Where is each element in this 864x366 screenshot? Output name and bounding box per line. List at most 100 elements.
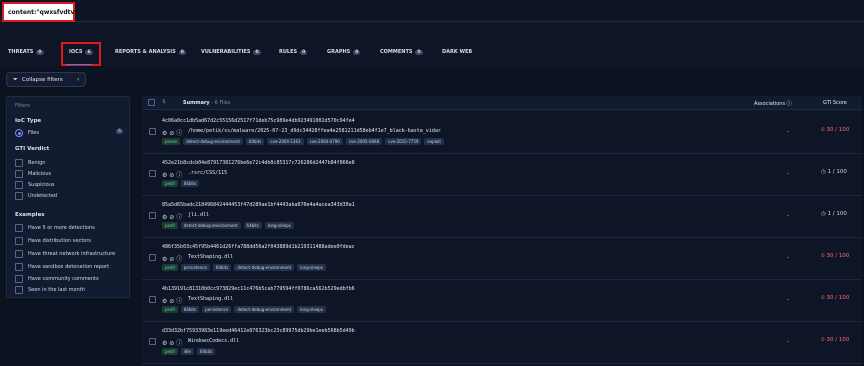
- checkbox[interactable]: [15, 170, 23, 178]
- results-header: ⇅ Summary - 6 Files Associations ⓘ GTI S…: [142, 96, 862, 110]
- checkbox[interactable]: [15, 192, 23, 200]
- checkbox[interactable]: [15, 237, 23, 245]
- checkbox[interactable]: [15, 263, 23, 271]
- tag[interactable]: pedll: [162, 306, 178, 313]
- tag[interactable]: pedll: [162, 348, 178, 355]
- gti-score: ◷ 1 / 100: [821, 211, 847, 217]
- tab-comments[interactable]: COMMENTS 0: [380, 49, 423, 55]
- tag[interactable]: persistence: [180, 264, 210, 271]
- radio-selected-icon[interactable]: [15, 129, 23, 137]
- collapse-filters-button[interactable]: ⏷ Collapse filters ‹: [6, 72, 86, 87]
- malicious-icon: ⦸: [821, 127, 825, 133]
- ioc-type-heading: IoC Type: [15, 118, 42, 124]
- tag[interactable]: 64bits: [180, 180, 200, 187]
- checkbox[interactable]: [15, 250, 23, 258]
- tag[interactable]: 64bits: [197, 348, 216, 355]
- filter-malicious[interactable]: Malicious: [15, 170, 125, 179]
- row-checkbox[interactable]: [149, 338, 156, 345]
- tag[interactable]: detect-debug-environment: [180, 222, 241, 229]
- tag[interactable]: long-sleeps: [264, 222, 294, 229]
- tag[interactable]: pedll: [162, 222, 178, 229]
- filter-example[interactable]: Have threat network infrastructure: [15, 250, 125, 259]
- checkbox[interactable]: [15, 181, 23, 189]
- filter-example[interactable]: Have 5 or more detections: [15, 224, 125, 233]
- malicious-icon: ⦸: [821, 295, 825, 301]
- filter-example[interactable]: Have community comments: [15, 275, 125, 284]
- tag[interactable]: idle: [180, 348, 194, 355]
- file-hash[interactable]: 486f35b03c45f95b4461d26ffa788dd56a2f0438…: [162, 244, 355, 250]
- tag[interactable]: detect-debug-environment: [183, 138, 243, 145]
- checkbox[interactable]: [15, 286, 23, 294]
- tag[interactable]: long-sleeps: [297, 264, 326, 271]
- row-checkbox[interactable]: [149, 170, 156, 177]
- file-type-icons: ⚙ ⊘ ⓘ: [162, 256, 183, 263]
- filter-suspicious[interactable]: Suspicious: [15, 181, 125, 190]
- tag[interactable]: 64bits: [180, 306, 200, 313]
- tag[interactable]: long-sleeps: [297, 306, 326, 313]
- tag[interactable]: detect-debug-environment: [234, 264, 295, 271]
- tag[interactable]: persistence: [202, 306, 232, 313]
- tab-reports-analysis[interactable]: REPORTS & ANALYSIS 0: [115, 49, 186, 55]
- clock-icon: ◷: [821, 211, 826, 217]
- checkbox[interactable]: [15, 224, 23, 232]
- tag[interactable]: cve-2005-0068: [345, 138, 383, 145]
- active-tab-indicator: [66, 64, 92, 65]
- file-type-icons: ⚙ ⊘ ⓘ: [162, 298, 183, 305]
- filter-files[interactable]: Files 6: [15, 129, 125, 138]
- filter-example[interactable]: Have distribution vectors: [15, 237, 125, 246]
- file-hash[interactable]: 85a5d65badc218496842444453f47d289ae1bf44…: [162, 202, 355, 208]
- tag[interactable]: pedll: [162, 264, 178, 271]
- sub-bar: [0, 22, 864, 40]
- table-row[interactable]: 452e21b8cdcb04e87917381276be6e72c4db8c85…: [142, 156, 862, 196]
- table-row[interactable]: 4b139191c81310b0cc973829ec11c476b5cab779…: [142, 282, 862, 322]
- checkbox[interactable]: [15, 275, 23, 283]
- tag[interactable]: cve-2015-7759: [385, 138, 422, 145]
- table-row[interactable]: d33d32bf75933983e119eed46412e876323bc23c…: [142, 324, 862, 364]
- tab-graphs[interactable]: GRAPHS 0: [327, 49, 361, 55]
- file-name: TextShaping.dll: [188, 254, 234, 260]
- files-count: 6: [116, 129, 123, 134]
- tab-vulnerabilities[interactable]: VULNERABILITIES 0: [201, 49, 261, 55]
- sort-icon[interactable]: ⇅: [162, 99, 166, 105]
- row-checkbox[interactable]: [149, 296, 156, 303]
- tag[interactable]: 64bits: [212, 264, 232, 271]
- tag[interactable]: detect-debug-environment: [234, 306, 295, 313]
- tag[interactable]: pedll: [162, 180, 178, 187]
- file-hash[interactable]: d33d32bf75933983e119eed46412e876323bc23c…: [162, 328, 355, 334]
- filter-example[interactable]: Have sandbox detonation report: [15, 263, 125, 272]
- tag[interactable]: 64bits: [245, 138, 265, 145]
- row-checkbox[interactable]: [149, 212, 156, 219]
- tab-count: 0: [253, 50, 261, 55]
- tab-rules[interactable]: RULES 0: [279, 49, 308, 55]
- file-hash[interactable]: 4b139191c81310b0cc973829ec11c476b5cab779…: [162, 286, 355, 292]
- tab-threats[interactable]: THREATS 0: [8, 49, 44, 55]
- chevron-left-icon: ‹: [77, 76, 80, 83]
- file-name: .rsrc/CSS/115: [188, 170, 228, 176]
- filter-undetected[interactable]: Undetected: [15, 192, 125, 201]
- filter-example[interactable]: Seen in the last month: [15, 286, 125, 295]
- tag[interactable]: cve-2004-1363: [267, 138, 304, 145]
- tag[interactable]: cve-2004-0790: [306, 138, 343, 145]
- gti-score-column-header[interactable]: GTI Score: [823, 100, 847, 106]
- file-hash[interactable]: 4c06a0cc1db5ad67d2c55156d2517f71deb75c98…: [162, 118, 355, 124]
- examples-heading: Examples: [15, 212, 45, 218]
- tab-dark-web[interactable]: DARK WEB: [442, 49, 472, 55]
- filter-benign[interactable]: Benign: [15, 159, 125, 168]
- search-input[interactable]: content:"qwxsfvdtv": [2, 2, 78, 22]
- file-type-icons: ⚙ ⊘ ⓘ: [162, 340, 183, 347]
- table-row[interactable]: 486f35b03c45f95b4461d26ffa788dd56a2f0438…: [142, 240, 862, 280]
- tag[interactable]: 64bits: [243, 222, 262, 229]
- checkbox[interactable]: [15, 159, 23, 167]
- table-row[interactable]: 85a5d65badc218496842444453f47d289ae1bf44…: [142, 198, 862, 238]
- summary-column-header[interactable]: Summary - 6 Files: [183, 100, 230, 106]
- associations-column-header[interactable]: Associations ⓘ: [754, 100, 792, 107]
- row-checkbox[interactable]: [149, 128, 156, 135]
- tag-list: pedll persistence 64bits detect-debug-envir…: [162, 264, 329, 271]
- tag[interactable]: peexe: [162, 138, 181, 145]
- table-row[interactable]: 4c06a0cc1db5ad67d2c55156d2517f71deb75c98…: [142, 114, 862, 154]
- select-all-checkbox[interactable]: [148, 99, 155, 106]
- tag[interactable]: exploit: [424, 138, 444, 145]
- tag-list: pedll detect-debug-environment 64bits long-…: [162, 222, 297, 229]
- file-hash[interactable]: 452e21b8cdcb04e87917381276be6e72c4db8c85…: [162, 160, 355, 166]
- row-checkbox[interactable]: [149, 254, 156, 261]
